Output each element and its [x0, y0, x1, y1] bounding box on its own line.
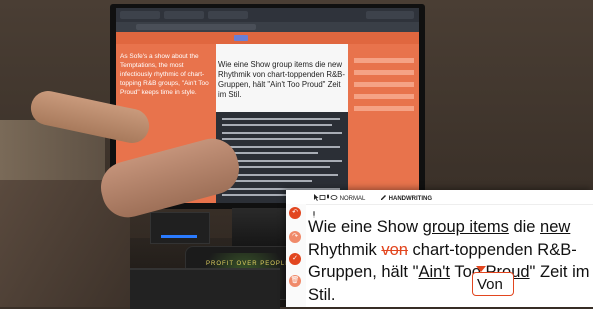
flagged-phrase[interactable]: group items [423, 218, 509, 236]
microphone-icon [327, 194, 329, 199]
browser-tab-bar [116, 8, 419, 22]
editor-card: Wie eine Show group items die new Rhythm… [218, 60, 346, 110]
mini-pc [150, 212, 210, 244]
translation-text[interactable]: Wie eine Show group items die new Rhythm… [308, 216, 593, 306]
keyboard-icon [319, 195, 326, 200]
keyboard [130, 268, 280, 309]
mode-icons [314, 194, 338, 201]
pencil-icon [381, 195, 386, 200]
correction-word: Von [477, 276, 503, 293]
app-header-bar [116, 32, 419, 44]
handwriting-tab[interactable]: HANDWRITING [380, 194, 432, 202]
handwriting-label: HANDWRITING [388, 196, 432, 202]
overlay-sidebar: ↶ ↷ ✓ 🗑 [286, 204, 306, 307]
flagged-word[interactable]: new [540, 218, 570, 236]
correction-popup[interactable]: Von [472, 272, 514, 296]
deleted-word[interactable]: von [381, 241, 408, 259]
flagged-word[interactable]: Ain't [418, 263, 450, 281]
cursor-icon [314, 194, 319, 201]
microphone-indicator-icon [312, 206, 316, 218]
check-icon[interactable]: ✓ [289, 253, 301, 265]
overlay-toolbar: NORMAL HANDWRITING [286, 190, 593, 205]
desk-pad-text: PROFIT OVER PEOPLE [206, 261, 291, 267]
normal-mode-tab[interactable]: NORMAL [314, 194, 365, 202]
redo-icon[interactable]: ↷ [289, 231, 301, 243]
source-text: As Sofe's a show about the Temptations, … [120, 53, 209, 96]
delete-icon[interactable]: 🗑 [289, 275, 301, 287]
undo-icon[interactable]: ↶ [289, 207, 301, 219]
settings-pane [348, 44, 419, 203]
mode-label: NORMAL [339, 196, 366, 202]
editor-text: Wie eine Show group items die new Rhythm… [218, 60, 345, 99]
browser-url-bar [116, 22, 419, 32]
eye-icon [330, 195, 338, 200]
